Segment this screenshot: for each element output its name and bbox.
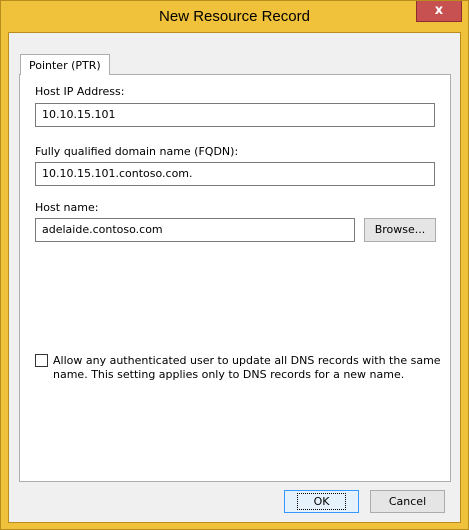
host-ip-input[interactable]: 10.10.15.101 — [35, 103, 435, 127]
title-bar[interactable]: New Resource Record x — [1, 1, 468, 32]
close-button[interactable]: x — [416, 1, 462, 22]
cancel-button[interactable]: Cancel — [370, 490, 445, 513]
allow-update-label[interactable]: Allow any authenticated user to update a… — [53, 354, 443, 382]
close-icon: x — [434, 3, 444, 18]
host-ip-label: Host IP Address: — [35, 85, 125, 98]
fqdn-input[interactable]: 10.10.15.101.contoso.com. — [35, 162, 435, 186]
ok-button-label: OK — [296, 493, 347, 510]
host-name-label: Host name: — [35, 201, 99, 214]
tab-pointer-ptr[interactable]: Pointer (PTR) — [20, 54, 110, 75]
allow-update-checkbox[interactable] — [35, 354, 48, 367]
fqdn-label: Fully qualified domain name (FQDN): — [35, 145, 239, 158]
dialog-title: New Resource Record — [159, 8, 310, 25]
dialog-window: New Resource Record x Pointer (PTR) Host… — [0, 0, 469, 530]
dialog-body: Pointer (PTR) Host IP Address: 10.10.15.… — [8, 32, 461, 523]
ok-button[interactable]: OK — [284, 490, 359, 513]
browse-button[interactable]: Browse... — [364, 218, 436, 242]
tab-panel: Host IP Address: 10.10.15.101 Fully qual… — [19, 74, 451, 482]
host-name-input[interactable]: adelaide.contoso.com — [35, 218, 355, 242]
